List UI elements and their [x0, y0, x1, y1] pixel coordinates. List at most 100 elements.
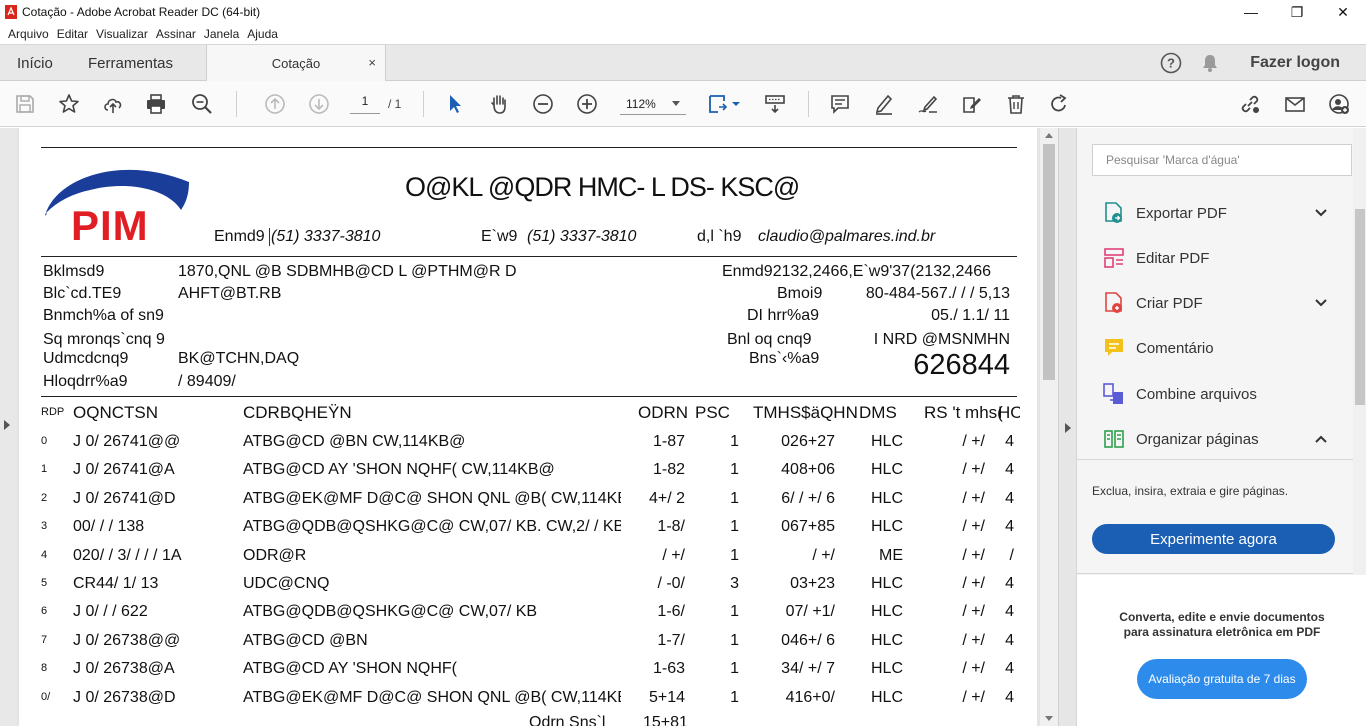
menu-editar[interactable]: Editar	[57, 27, 88, 41]
comment-icon	[1105, 339, 1123, 356]
zoom-out-button[interactable]	[530, 91, 556, 117]
account-button[interactable]	[1326, 91, 1352, 117]
close-window-button[interactable]: ✕	[1320, 0, 1366, 24]
tool-create-pdf[interactable]: Criar PDF	[1077, 281, 1353, 325]
cell-seq: 6	[41, 605, 48, 617]
tab-inicio[interactable]: Início	[17, 45, 53, 81]
select-tool-button[interactable]	[442, 91, 468, 117]
page-number-input[interactable]: 1	[350, 94, 380, 114]
cell-description: UDC@CNQ	[243, 575, 330, 592]
zoom-select[interactable]: 112%	[620, 93, 686, 115]
cell-ipi: 4	[1005, 632, 1014, 649]
delete-button[interactable]	[1003, 91, 1029, 117]
divider	[1077, 459, 1353, 460]
document-scrollbar[interactable]	[1040, 128, 1058, 726]
cell-ipi: 4	[1005, 433, 1014, 450]
cell-description: ATBG@CD AY 'SHON NQHF(	[243, 660, 457, 677]
highlight-button[interactable]	[871, 91, 897, 117]
minimize-button[interactable]: —	[1228, 0, 1274, 24]
comment-button[interactable]	[827, 91, 853, 117]
tool-comment[interactable]: Comentário	[1077, 326, 1353, 370]
scroll-mode-button[interactable]	[762, 91, 788, 117]
chevron-down-icon[interactable]	[1313, 205, 1329, 221]
tool-label: Editar PDF	[1136, 249, 1210, 267]
scroll-down-icon[interactable]	[1045, 716, 1053, 721]
cell-discount: / +/	[962, 575, 985, 592]
scroll-thumb[interactable]	[1355, 209, 1365, 405]
cell-ipi: /	[1009, 547, 1014, 564]
sign-button[interactable]	[915, 91, 941, 117]
window-title: Cotação - Adobe Acrobat Reader DC (64-bi…	[22, 5, 261, 19]
fit-dropdown-caret-icon[interactable]	[731, 100, 741, 108]
phone-label: Enmd9	[214, 228, 265, 245]
left-panel-toggle[interactable]	[0, 128, 17, 726]
organize-pages-icon	[1104, 430, 1124, 448]
cell-description: ATBG@QDB@QSHKG@C@ CW,07/ KB	[243, 603, 538, 620]
tool-organize-pages[interactable]: Organizar páginas	[1077, 417, 1353, 461]
zoom-in-button[interactable]	[574, 91, 600, 117]
tools-scrollbar[interactable]	[1353, 128, 1366, 575]
notification-bell-icon[interactable]	[1200, 53, 1220, 73]
rule-header	[41, 256, 1017, 257]
next-page-button[interactable]	[306, 91, 332, 117]
bookmark-button[interactable]	[56, 91, 82, 117]
save-icon	[16, 95, 34, 113]
menu-janela[interactable]: Janela	[204, 27, 239, 41]
tools-search-input[interactable]: Pesquisar 'Marca d'água'	[1092, 144, 1352, 176]
tool-label: Exportar PDF	[1136, 204, 1227, 222]
cloud-upload-icon	[104, 98, 122, 113]
cell-product-code: J 0/ 26741@D	[73, 490, 176, 507]
menu-visualizar[interactable]: Visualizar	[96, 27, 148, 41]
cell-qty: 1	[730, 689, 739, 706]
tool-edit-pdf[interactable]: Editar PDF	[1077, 236, 1353, 280]
chevron-down-icon[interactable]	[1313, 295, 1329, 311]
hand-tool-button[interactable]	[486, 91, 512, 117]
cell-product-code: J 0/ 26741@@	[73, 433, 181, 450]
right-panel-toggle[interactable]	[1058, 128, 1076, 726]
close-tab-icon[interactable]: ×	[368, 55, 376, 70]
fill-sign-button[interactable]	[959, 91, 985, 117]
print-button[interactable]	[143, 91, 169, 117]
tab-document[interactable]: Cotação ×	[206, 45, 386, 82]
login-button[interactable]: Fazer logon	[1250, 54, 1340, 72]
page-fit-button[interactable]	[704, 91, 730, 117]
maximize-button[interactable]: ❐	[1274, 0, 1320, 24]
menu-arquivo[interactable]: Arquivo	[8, 27, 49, 41]
scroll-thumb[interactable]	[1043, 144, 1055, 380]
free-trial-button[interactable]: Avaliação gratuita de 7 dias	[1137, 659, 1307, 699]
svg-text:?: ?	[1167, 56, 1175, 71]
cell-seq: 7	[41, 634, 48, 646]
tab-ferramentas[interactable]: Ferramentas	[88, 45, 173, 81]
info-label: Udmcdcnq9	[43, 350, 129, 367]
combine-files-icon	[1103, 383, 1123, 404]
tool-label: Criar PDF	[1136, 294, 1203, 312]
share-upload-button[interactable]	[100, 91, 126, 117]
email-label: d,l `h9	[697, 228, 742, 245]
menu-bar: Arquivo Editar Visualizar Assinar Janela…	[0, 24, 1366, 44]
cell-product-code: 00/ / / 138	[73, 518, 145, 535]
share-link-button[interactable]	[1237, 91, 1263, 117]
help-icon[interactable]: ?	[1160, 52, 1182, 74]
tool-combine-files[interactable]: Combine arquivos	[1077, 372, 1353, 416]
minus-circle-icon	[533, 94, 553, 114]
zoom-search-button[interactable]	[189, 91, 215, 117]
chevron-up-icon[interactable]	[1313, 431, 1329, 447]
document-viewport[interactable]: PIM O@KL @QDR HMC- L DS- KSC@ Enmd9 (51)…	[0, 128, 1058, 726]
cell-unit: HLC	[870, 660, 903, 677]
menu-ajuda[interactable]: Ajuda	[247, 27, 278, 41]
menu-assinar[interactable]: Assinar	[156, 27, 196, 41]
rotate-button[interactable]	[1046, 91, 1072, 117]
signature-pen-icon	[918, 95, 938, 113]
email-button[interactable]	[1282, 91, 1308, 117]
scroll-up-icon[interactable]	[1045, 133, 1053, 138]
cell-qty: 1	[730, 603, 739, 620]
link-icon	[1241, 95, 1259, 113]
try-now-button[interactable]: Experimente agora	[1092, 524, 1335, 554]
pdf-page: PIM O@KL @QDR HMC- L DS- KSC@ Enmd9 (51)…	[19, 128, 1037, 726]
cell-product-code: J 0/ 26738@@	[73, 632, 181, 649]
tool-export-pdf[interactable]: Exportar PDF	[1077, 191, 1353, 235]
toolbar-divider	[423, 91, 424, 117]
quote-number: 626844	[913, 349, 1010, 381]
save-button[interactable]	[12, 91, 38, 117]
previous-page-button[interactable]	[262, 91, 288, 117]
